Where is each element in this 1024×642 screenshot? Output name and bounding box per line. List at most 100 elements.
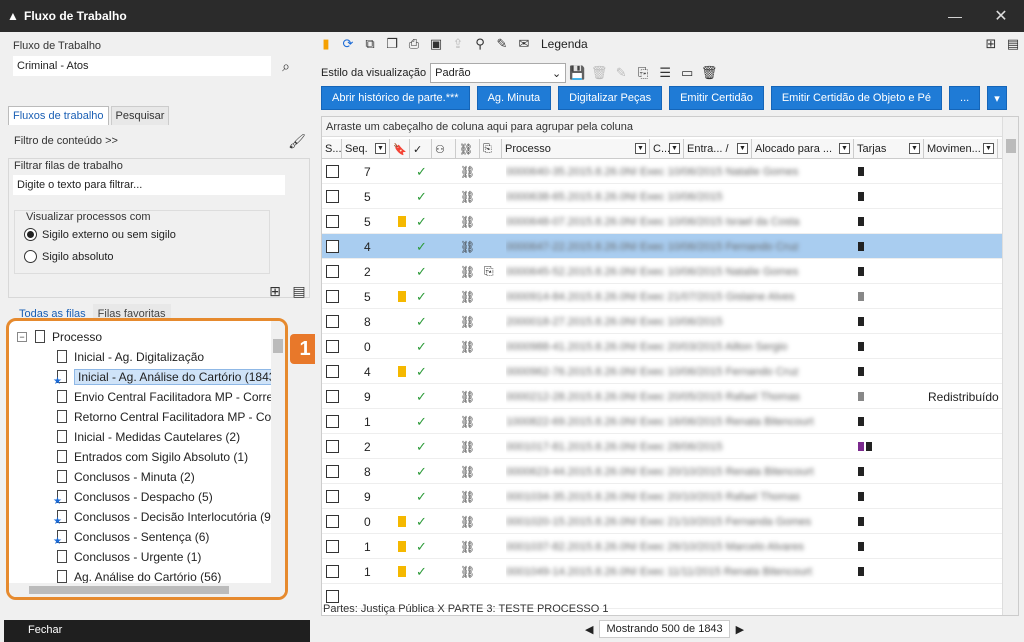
tree-root[interactable]: − Processo <box>17 327 102 347</box>
table-row[interactable]: 0 ✓ ⛓ 0000988-41.2015.8.26.0NI Exec 20/03/2… <box>322 334 1004 359</box>
row-link[interactable]: ⛓ <box>460 409 478 434</box>
row-processo[interactable]: 0000212-28.2015.8.26.0NI Exec 20/05/2015… <box>506 384 850 409</box>
trash-icon[interactable]: 🗑 <box>698 62 720 84</box>
tree-hscroll[interactable] <box>9 583 285 597</box>
grid-vscroll[interactable] <box>1002 117 1018 615</box>
table-row[interactable]: 1 ✓ ⛓ 0001049-14.2015.8.26.0NI Exec 11/11/2… <box>322 559 1004 584</box>
row-checkbox[interactable] <box>326 359 342 384</box>
row-link[interactable]: ⛓ <box>460 234 478 259</box>
row-checkbox[interactable] <box>326 259 342 284</box>
row-processo[interactable]: 0001037-82.2015.8.26.0NI Exec 26/10/2015… <box>506 534 850 559</box>
col-extra[interactable]: ⎘ <box>480 139 502 159</box>
row-checkbox[interactable] <box>326 384 342 409</box>
filtro-conteudo-link[interactable]: Filtro de conteúdo >> <box>14 135 118 147</box>
table-row[interactable]: 7 ✓ ⛓ 0000640-35.2015.8.26.0NI Exec 10/06/2… <box>322 159 1004 184</box>
col-entrada[interactable]: Entra... / ▼ <box>684 139 752 159</box>
row-checkbox[interactable] <box>326 534 342 559</box>
tree-item[interactable]: Conclusos - Minuta (2) <box>55 467 195 487</box>
save-icon[interactable]: 💾 <box>566 62 588 84</box>
row-link[interactable]: ⛓ <box>460 384 478 409</box>
copy-icon[interactable]: ❐ <box>381 33 403 55</box>
fechar-button[interactable]: Fechar <box>4 620 310 642</box>
row-processo[interactable]: 2000018-27.2015.8.26.0NI Exec 10/06/2015 <box>506 309 850 334</box>
table-row[interactable]: 8 ✓ ⛓ 0000623-44.2015.8.26.0NI Exec 20/10/2… <box>322 459 1004 484</box>
filtrar-input[interactable]: Digite o texto para filtrar... <box>13 175 285 195</box>
table-row[interactable]: 4 ✓ 0000962-76.2015.8.26.0NI Exec 10/06/20… <box>322 359 1004 384</box>
export-icon[interactable]: ⎘ <box>632 62 654 84</box>
emitir-certidao-button[interactable]: Emitir Certidão <box>669 86 764 110</box>
row-processo[interactable]: 0000623-44.2015.8.26.0NI Exec 20/10/2015… <box>506 459 850 484</box>
window-check-icon[interactable]: ⧉ <box>359 33 381 55</box>
row-processo[interactable]: 0000638-65.2015.8.26.0NI Exec 10/06/2015 <box>506 184 850 209</box>
row-link[interactable]: ⛓ <box>460 334 478 359</box>
row-link[interactable]: ⛓ <box>460 484 478 509</box>
fluxo-field[interactable]: Criminal - Atos <box>13 56 271 76</box>
table-row[interactable]: 8 ✓ ⛓ 2000018-27.2015.8.26.0NI Exec 10/06/2… <box>322 309 1004 334</box>
row-link[interactable]: ⛓ <box>460 559 478 584</box>
row-link[interactable]: ⛓ <box>460 259 478 284</box>
tree-item[interactable]: ★ Conclusos - Sentença (6) <box>53 527 209 547</box>
tree-item[interactable]: ★ Conclusos - Despacho (5) <box>53 487 213 507</box>
row-link[interactable]: ⛓ <box>460 159 478 184</box>
bookmark-icon[interactable]: ▮ <box>315 33 337 55</box>
tree-vscroll[interactable] <box>271 321 285 597</box>
refresh-icon[interactable]: ⟳ <box>337 33 359 55</box>
row-attachment[interactable]: ⎘ <box>484 259 498 284</box>
print-icon[interactable]: ⎙ <box>403 33 425 55</box>
row-checkbox[interactable] <box>326 559 342 584</box>
tree-view-icon[interactable]: ⊞ <box>264 280 286 302</box>
row-link[interactable]: ⛓ <box>460 184 478 209</box>
row-checkbox[interactable] <box>326 334 342 359</box>
row-link[interactable]: ⛓ <box>460 459 478 484</box>
tree-view-icon[interactable]: ⊞ <box>980 33 1002 55</box>
table-row[interactable]: 5 ✓ ⛓ 0000648-07.2015.8.26.0NI Exec 10/06/2… <box>322 209 1004 234</box>
row-checkbox[interactable] <box>326 184 342 209</box>
row-processo[interactable]: 1000822-69.2015.8.26.0NI Exec 16/06/2015… <box>506 409 850 434</box>
tree-item[interactable]: Entrados com Sigilo Absoluto (1) <box>55 447 248 467</box>
search-icon[interactable]: ⌕ <box>275 55 297 77</box>
row-checkbox[interactable] <box>326 234 342 259</box>
col-s[interactable]: S... <box>322 139 342 159</box>
save-print-icon[interactable]: ▣ <box>425 33 447 55</box>
row-processo[interactable]: 0000640-35.2015.8.26.0NI Exec 10/06/2015… <box>506 159 850 184</box>
prev-page-icon[interactable]: ◀ <box>585 623 593 636</box>
comment-icon[interactable]: ✎ <box>491 33 513 55</box>
row-link[interactable]: ⛓ <box>460 434 478 459</box>
table-row[interactable]: 9 ✓ ⛓ 0000212-28.2015.8.26.0NI Exec 20/05/2… <box>322 384 1004 409</box>
next-page-icon[interactable]: ▶ <box>736 623 744 636</box>
col-movimento[interactable]: Movimen... ▼ <box>924 139 998 159</box>
table-row[interactable]: 1 ✓ ⛓ 1000822-69.2015.8.26.0NI Exec 16/06/2… <box>322 409 1004 434</box>
digitalizar-button[interactable]: Digitalizar Peças <box>558 86 663 110</box>
col-c[interactable]: C... ▼ <box>650 139 684 159</box>
table-row[interactable]: 2 ✓ ⛓ 0001017-81.2015.8.26.0NI Exec 28/06/2… <box>322 434 1004 459</box>
tree-item[interactable]: Inicial - Ag. Digitalização <box>55 347 204 367</box>
tree-item[interactable]: Inicial - Medidas Cautelares (2) <box>55 427 240 447</box>
abrir-historico-button[interactable]: Abrir histórico de parte.*** <box>321 86 470 110</box>
brush-icon[interactable]: 🖌 <box>286 130 308 152</box>
row-link[interactable]: ⛓ <box>460 209 478 234</box>
row-checkbox[interactable] <box>326 159 342 184</box>
tree-item[interactable]: ★ Inicial - Ag. Análise do Cartório (1843… <box>53 367 284 387</box>
row-checkbox[interactable] <box>326 409 342 434</box>
row-link[interactable]: ⛓ <box>460 534 478 559</box>
row-processo[interactable]: 0000645-52.2015.8.26.0NI Exec 10/06/2015… <box>506 259 850 284</box>
delete-comment-icon[interactable]: ✉ <box>513 33 535 55</box>
col-bookmark[interactable]: 🔖 <box>390 139 410 159</box>
tab-pesquisar[interactable]: Pesquisar <box>110 106 170 125</box>
minimize-icon[interactable]: — <box>932 0 978 32</box>
row-checkbox[interactable] <box>326 209 342 234</box>
collapse-icon[interactable]: ▤ <box>288 280 310 302</box>
row-processo[interactable]: 0001049-14.2015.8.26.0NI Exec 11/11/2015… <box>506 559 850 584</box>
collapse-tree-icon[interactable]: − <box>17 332 27 342</box>
tree-item[interactable]: ★ Conclusos - Decisão Interlocutória (9) <box>53 507 275 527</box>
col-processo[interactable]: Processo ▼ <box>502 139 650 159</box>
row-processo[interactable]: 0000647-22.2015.8.26.0NI Exec 10/06/2015… <box>506 234 850 259</box>
row-checkbox[interactable] <box>326 459 342 484</box>
col-check[interactable]: ✓ <box>410 139 432 159</box>
radio-sigilo-externo[interactable]: Sigilo externo ou sem sigilo <box>24 228 176 241</box>
tab-fluxos[interactable]: Fluxos de trabalho <box>8 106 109 125</box>
ag-minuta-button[interactable]: Ag. Minuta <box>476 86 552 110</box>
row-processo[interactable]: 0000962-76.2015.8.26.0NI Exec 10/06/2015… <box>506 359 850 384</box>
row-link[interactable]: ⛓ <box>460 309 478 334</box>
tree-item[interactable]: Conclusos - Urgente (1) <box>55 547 201 567</box>
